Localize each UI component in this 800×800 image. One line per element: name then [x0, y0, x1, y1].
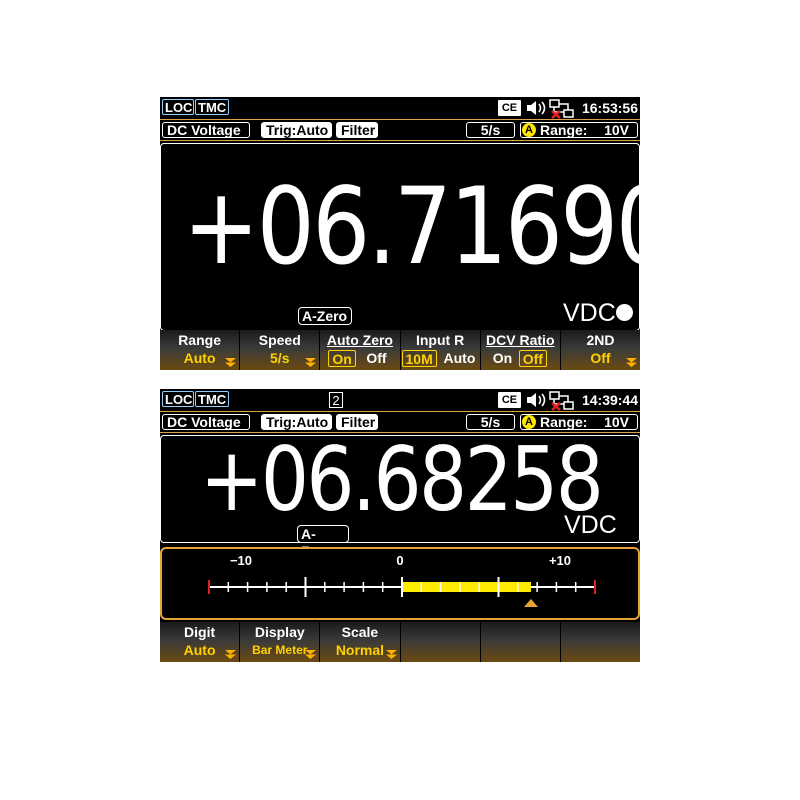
softkey-title: Range — [178, 332, 221, 348]
softkey-speed[interactable]: Speed 5/s — [240, 330, 321, 370]
softkey-dcv-ratio[interactable]: DCV Ratio On Off — [480, 330, 561, 370]
primary-reading: +06.71690 — [183, 165, 674, 288]
dropdown-arrow-icon — [225, 358, 237, 367]
softkey-title: Input R — [415, 332, 465, 348]
bar-meter-scale: −10 0 +10 — [208, 553, 596, 607]
function-label: DC Voltage — [162, 122, 250, 138]
softkey-bar: Range Auto Speed 5/s Auto Zero On Off In… — [160, 330, 641, 370]
page-number: 2 — [329, 392, 343, 408]
softkey-title: Auto Zero — [326, 332, 393, 348]
reading-unit: VDC — [563, 299, 616, 327]
softkey-input-r[interactable]: Input R 10M Auto — [400, 330, 481, 370]
azero-indicator: A-Zero — [298, 307, 352, 325]
clock: 16:53:56 — [581, 100, 638, 116]
lan-disconnected-icon — [549, 391, 574, 411]
range-value: 10V — [604, 414, 629, 430]
softkey-blank-6[interactable] — [560, 622, 641, 662]
dmm-screen-bar-meter: LOC TMC 2 CE 14:39:44 DC Voltage Trig:Au… — [160, 389, 641, 662]
status-bar: LOC TMC 2 CE 14:39:44 — [160, 389, 640, 411]
softkey-title: Digit — [184, 624, 216, 640]
auto-zero-on-option[interactable]: On — [328, 350, 356, 367]
tmc-indicator: TMC — [195, 391, 229, 407]
softkey-blank-5[interactable] — [480, 622, 561, 662]
dropdown-arrow-icon — [225, 650, 237, 659]
dcv-ratio-on-option[interactable]: On — [493, 350, 512, 367]
softkey-bar: Digit Auto Display Bar Meter Scale Norma… — [160, 622, 641, 662]
dropdown-arrow-icon — [385, 650, 397, 659]
value-pointer-icon — [523, 599, 538, 607]
clock: 14:39:44 — [581, 392, 638, 408]
trigger-indicator: Trig:Auto — [261, 122, 332, 138]
auto-zero-off-option[interactable]: Off — [366, 350, 386, 367]
primary-reading: +06.68258 — [200, 428, 604, 531]
reading-panel: +06.68258 A-Zero VDC — [160, 430, 640, 559]
reading-panel: +06.71690 A-Zero VDC — [160, 143, 674, 331]
softkey-title: Scale — [341, 624, 379, 640]
softkey-title: DCV Ratio — [486, 332, 555, 348]
dropdown-arrow-icon — [626, 358, 638, 367]
range-label: Range: — [540, 122, 588, 138]
softkey-auto-zero[interactable]: Auto Zero On Off — [320, 330, 401, 370]
auto-range-badge: A — [522, 123, 536, 137]
softkey-blank-4[interactable] — [400, 622, 481, 662]
loc-indicator: LOC — [162, 99, 194, 115]
ce-icon: CE — [498, 100, 521, 116]
softkey-range[interactable]: Range Auto — [160, 330, 241, 370]
loc-indicator: LOC — [162, 391, 194, 407]
input-r-10m-option[interactable]: 10M — [401, 350, 437, 367]
tmc-indicator: TMC — [195, 99, 229, 115]
softkey-digit[interactable]: Digit Auto — [160, 622, 241, 662]
softkey-title: Speed — [258, 332, 301, 348]
azero-indicator: A-Zero — [297, 525, 349, 559]
softkey-display[interactable]: Display Bar Meter — [240, 622, 321, 662]
rate-indicator: 5/s — [466, 122, 515, 138]
reading-unit: VDC — [564, 511, 617, 539]
scale-label-min: −10 — [230, 553, 252, 568]
speaker-icon — [527, 101, 546, 115]
dropdown-arrow-icon — [305, 650, 317, 659]
ce-icon: CE — [498, 392, 521, 408]
lan-disconnected-icon — [549, 99, 574, 119]
measurement-dot-icon — [616, 304, 633, 321]
softkey-2nd[interactable]: 2ND Off — [560, 330, 641, 370]
info-bar: DC Voltage Trig:Auto Filter 5/s A Range:… — [160, 119, 640, 141]
input-r-auto-option[interactable]: Auto — [444, 350, 476, 367]
scale-label-zero: 0 — [396, 553, 403, 568]
range-indicator: A Range: 10V — [520, 122, 638, 138]
dcv-ratio-off-option[interactable]: Off — [518, 350, 547, 367]
auto-range-badge: A — [522, 415, 536, 429]
bar-meter: −10 0 +10 — [160, 547, 640, 620]
range-value: 10V — [604, 122, 629, 138]
softkey-title: 2ND — [586, 332, 615, 348]
dmm-screen-measurement: LOC TMC CE 16:53:56 DC Voltage Trig:Auto… — [160, 97, 674, 370]
softkey-scale[interactable]: Scale Normal — [320, 622, 401, 662]
status-bar: LOC TMC CE 16:53:56 — [160, 97, 640, 119]
dropdown-arrow-icon — [305, 358, 317, 367]
softkey-title: Display — [254, 624, 305, 640]
speaker-icon — [527, 393, 546, 407]
scale-label-max: +10 — [549, 553, 571, 568]
filter-indicator: Filter — [336, 122, 378, 138]
